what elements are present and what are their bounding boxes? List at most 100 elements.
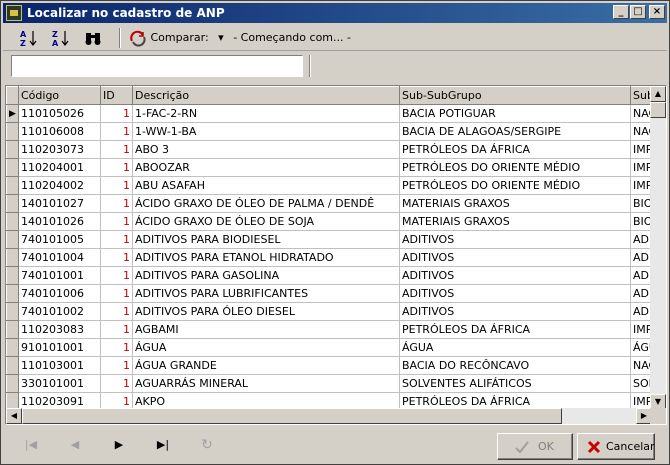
row-indicator[interactable]	[6, 320, 19, 339]
cell-descricao[interactable]: ABU ASAFAH	[132, 176, 400, 195]
cell-sub[interactable]: IMPO	[630, 176, 652, 195]
cell-descricao[interactable]: ÁGUA GRANDE	[132, 356, 400, 375]
column-header-id[interactable]: ID	[100, 86, 133, 105]
row-indicator[interactable]	[6, 266, 19, 285]
cell-id[interactable]: 1	[100, 122, 133, 141]
cell-sub[interactable]: NAC	[630, 356, 652, 375]
cell-sub-subgrupo[interactable]: PETRÓLEOS DO ORIENTE MÉDIO	[399, 158, 631, 177]
cell-codigo[interactable]: 110103001	[18, 356, 101, 375]
cell-sub-subgrupo[interactable]: PETRÓLEOS DA ÁFRICA	[399, 140, 631, 159]
cell-codigo[interactable]: 740101006	[18, 284, 101, 303]
previous-record-icon[interactable]: ◀	[63, 434, 87, 456]
row-indicator[interactable]	[6, 338, 19, 357]
cell-id[interactable]: 1	[100, 212, 133, 231]
row-indicator[interactable]	[6, 212, 19, 231]
table-row[interactable]: 9101010011ÁGUAÁGUAÁGU	[6, 338, 652, 357]
column-header-sub[interactable]: Sub	[630, 86, 652, 105]
cell-sub[interactable]: BIOD	[630, 212, 652, 231]
sort-descending-icon[interactable]: Z A	[51, 28, 71, 48]
cell-descricao[interactable]: ADITIVOS PARA LUBRIFICANTES	[132, 284, 400, 303]
cell-descricao[interactable]: ADITIVOS PARA ETANOL HIDRATADO	[132, 248, 400, 267]
cell-descricao[interactable]: ADITIVOS PARA GASOLINA	[132, 266, 400, 285]
last-record-icon[interactable]: ▶|	[151, 434, 175, 456]
cell-sub[interactable]: IMPO	[630, 320, 652, 339]
table-row[interactable]: 110204001 1 ABOOZAR PETRÓLEOS DO ORIENTE MÉ…	[6, 158, 652, 177]
table-row[interactable]: 740101001 1 ADITIVOS PARA GASOLINA ADITIVOS…	[6, 266, 652, 285]
scroll-up-icon[interactable]: ▲	[650, 86, 666, 102]
row-indicator[interactable]	[6, 248, 19, 267]
row-indicator[interactable]	[6, 230, 19, 249]
table-row[interactable]: 740101004 1 ADITIVOS PARA ETANOL HIDRATADO…	[6, 248, 652, 267]
row-indicator[interactable]	[6, 158, 19, 177]
table-row[interactable]: 140101027 1 ÁCIDO GRAXO DE ÓLEO DE PALMA /…	[6, 194, 652, 213]
minimize-button[interactable]: _	[613, 5, 629, 19]
row-indicator[interactable]	[6, 140, 19, 159]
title-bar[interactable]: Localizar no cadastro de ANP _ □ ×	[3, 3, 667, 23]
cell-sub[interactable]: ÁGU	[630, 338, 652, 357]
binoculars-icon[interactable]	[83, 28, 103, 48]
row-indicator[interactable]	[6, 176, 19, 195]
cell-codigo[interactable]: 110105026	[18, 104, 101, 123]
cell-descricao[interactable]: ÁCIDO GRAXO DE ÓLEO DE SOJA	[132, 212, 400, 231]
cell-sub-subgrupo[interactable]: BACIA DE ALAGOAS/SERGIPE	[399, 122, 631, 141]
column-header-descricao[interactable]: Descrição	[132, 86, 400, 105]
cell-sub[interactable]: ADIT	[630, 266, 652, 285]
table-row[interactable]: 740101005 1 ADITIVOS PARA BIODIESEL ADITIVO…	[6, 230, 652, 249]
row-indicator[interactable]	[6, 374, 19, 393]
cancel-button[interactable]: Cancelar	[577, 433, 655, 460]
compare-mode-dropdown[interactable]: Comparar: ▾ - Começando com... -	[129, 28, 351, 48]
cell-id[interactable]: 1	[100, 140, 133, 159]
cell-id[interactable]: 1	[100, 158, 133, 177]
column-header-codigo[interactable]: Código	[18, 86, 101, 105]
cell-codigo[interactable]: 110106008	[18, 122, 101, 141]
cell-id[interactable]: 1	[100, 266, 133, 285]
cell-codigo[interactable]: 910101001	[18, 338, 101, 357]
cell-id[interactable]: 1	[100, 104, 133, 123]
row-indicator[interactable]	[6, 284, 19, 303]
cell-sub-subgrupo[interactable]: BACIA DO RECÔNCAVO	[399, 356, 631, 375]
ok-button[interactable]: OK	[497, 433, 573, 460]
cell-id[interactable]: 1	[100, 374, 133, 393]
search-input[interactable]	[11, 55, 303, 77]
cell-descricao[interactable]: ADITIVOS PARA BIODIESEL	[132, 230, 400, 249]
cell-id[interactable]: 1	[100, 194, 133, 213]
row-indicator[interactable]	[6, 356, 19, 375]
maximize-button[interactable]: □	[630, 5, 646, 19]
cell-id[interactable]: 1	[100, 230, 133, 249]
cell-sub[interactable]: ADIT	[630, 302, 652, 321]
cell-codigo[interactable]: 110204002	[18, 176, 101, 195]
cell-sub-subgrupo[interactable]: ADITIVOS	[399, 266, 631, 285]
vertical-scrollbar[interactable]: ▲ ▼	[650, 86, 666, 410]
table-row[interactable]: 110103001 1 ÁGUA GRANDE BACIA DO RECÔNCAVO N…	[6, 356, 652, 375]
cell-descricao[interactable]: AGBAMI	[132, 320, 400, 339]
row-indicator[interactable]	[6, 194, 19, 213]
next-record-icon[interactable]: ▶	[107, 434, 131, 456]
scroll-left-icon[interactable]: ◀	[6, 408, 22, 424]
cell-sub[interactable]: IMPO	[630, 158, 652, 177]
row-indicator[interactable]	[6, 302, 19, 321]
cell-codigo[interactable]: 740101005	[18, 230, 101, 249]
table-row[interactable]: 140101026 1 ÁCIDO GRAXO DE ÓLEO DE SOJA MAT…	[6, 212, 652, 231]
cell-sub[interactable]: BIOD	[630, 194, 652, 213]
horizontal-scroll-thumb[interactable]	[22, 408, 562, 424]
cell-sub-subgrupo[interactable]: ADITIVOS	[399, 302, 631, 321]
cell-sub-subgrupo[interactable]: MATERIAIS GRAXOS	[399, 212, 631, 231]
cell-sub-subgrupo[interactable]: BACIA POTIGUAR	[399, 104, 631, 123]
cell-descricao[interactable]: ÁGUA	[132, 338, 400, 357]
cell-sub-subgrupo[interactable]: ADITIVOS	[399, 284, 631, 303]
cell-sub[interactable]: NAC	[630, 122, 652, 141]
cell-id[interactable]: 1	[100, 176, 133, 195]
cell-codigo[interactable]: 740101001	[18, 266, 101, 285]
cell-codigo[interactable]: 740101002	[18, 302, 101, 321]
cell-id[interactable]: 1	[100, 338, 133, 357]
cell-sub[interactable]: IMPO	[630, 140, 652, 159]
cell-codigo[interactable]: 140101026	[18, 212, 101, 231]
cell-codigo[interactable]: 110203083	[18, 320, 101, 339]
cell-descricao[interactable]: 1-WW-1-BA	[132, 122, 400, 141]
cell-sub[interactable]: ADIT	[630, 284, 652, 303]
column-header-sub-subgrupo[interactable]: Sub-SubGrupo	[399, 86, 631, 105]
cell-descricao[interactable]: ABOOZAR	[132, 158, 400, 177]
close-button[interactable]: ×	[649, 5, 665, 19]
cell-sub-subgrupo[interactable]: ADITIVOS	[399, 230, 631, 249]
cell-id[interactable]: 1	[100, 302, 133, 321]
